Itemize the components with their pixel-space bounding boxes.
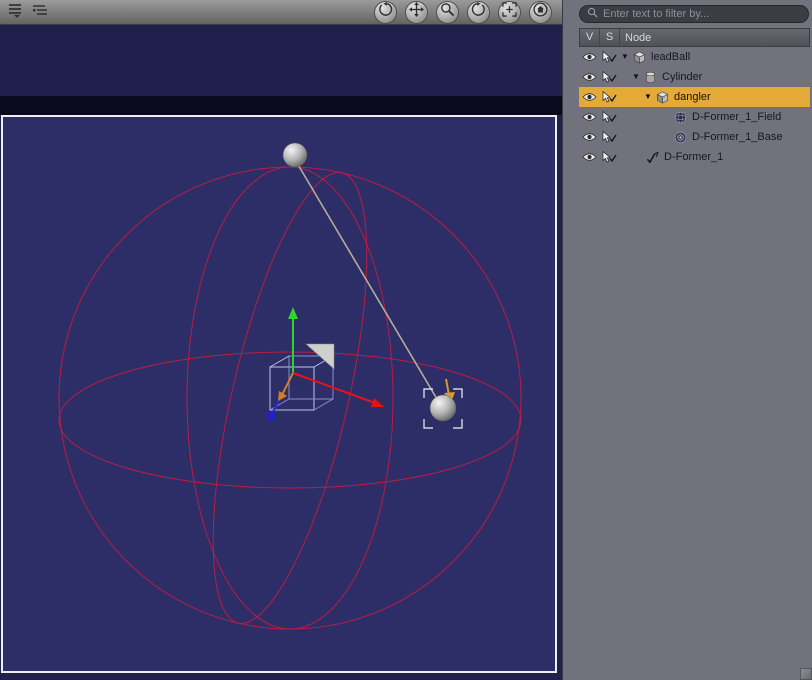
filter-input[interactable] <box>603 8 801 20</box>
expand-arrow-icon[interactable]: ▼ <box>632 73 644 81</box>
pane-divider-strip <box>0 96 562 115</box>
tree-row-Cylinder[interactable]: ▼ Cylinder <box>579 67 810 87</box>
pendulum-line <box>296 162 438 400</box>
expand-arrow-icon[interactable]: ▼ <box>644 93 656 101</box>
node-label[interactable]: D-Former_1 <box>662 151 723 163</box>
orbit-camera-button[interactable] <box>374 0 397 24</box>
expand-arrow-icon[interactable]: ▼ <box>621 53 633 61</box>
rotate-camera-button[interactable] <box>467 0 490 24</box>
tree-row-D-Former_1[interactable]: D-Former_1 <box>579 147 810 167</box>
orbit-icon <box>378 2 393 22</box>
resize-grip-icon[interactable] <box>800 668 812 680</box>
hamburger-icon <box>7 1 23 23</box>
viewport-toolbar <box>0 0 562 25</box>
viewport-3d[interactable] <box>1 115 557 673</box>
selectable-cursor-icon[interactable] <box>599 70 619 84</box>
zoom-icon <box>440 2 455 22</box>
gizmo-x-arrowhead <box>371 398 384 407</box>
column-header-selectable: S <box>600 29 620 46</box>
column-header-node: Node <box>625 31 652 44</box>
node-label[interactable]: Cylinder <box>660 71 702 83</box>
filter-field[interactable] <box>579 5 809 23</box>
dformer-icon <box>646 151 662 164</box>
scene-panel: V S Node ▼ leadBall ▼ Cylinder ▼ dangler D-For… <box>562 0 812 680</box>
tree-row-D-Former_1_Field[interactable]: D-Former_1_Field <box>579 107 810 127</box>
selectable-cursor-icon[interactable] <box>599 90 619 104</box>
tree-row-D-Former_1_Base[interactable]: D-Former_1_Base <box>579 127 810 147</box>
gizmo-y-arrowhead <box>288 307 298 319</box>
translation-gizmo[interactable] <box>266 307 385 421</box>
selectable-cursor-icon[interactable] <box>599 130 619 144</box>
field-icon <box>674 111 690 124</box>
pan-camera-button[interactable] <box>405 0 428 24</box>
selectable-cursor-icon[interactable] <box>599 150 619 164</box>
lead-ball[interactable] <box>282 142 308 168</box>
gizmo-cube-wireframe <box>269 355 334 411</box>
selectable-cursor-icon[interactable] <box>599 110 619 124</box>
node-label[interactable]: D-Former_1_Field <box>690 111 781 123</box>
dangler-ball[interactable] <box>429 394 457 422</box>
visibility-eye-icon[interactable] <box>579 52 599 62</box>
node-label[interactable]: dangler <box>672 91 711 103</box>
column-header-visibility: V <box>580 29 600 46</box>
filter-bar <box>563 0 812 28</box>
selectable-cursor-icon[interactable] <box>599 50 619 64</box>
tree-row-leadBall[interactable]: ▼ leadBall <box>579 47 810 67</box>
visibility-eye-icon[interactable] <box>579 92 599 102</box>
cube-icon <box>656 91 672 104</box>
scene-tree-header: V S Node <box>579 28 810 47</box>
home-icon <box>533 2 548 22</box>
gizmo-z-handle[interactable] <box>266 411 276 421</box>
treelist-icon <box>32 3 48 22</box>
scene-tree: V S Node ▼ leadBall ▼ Cylinder ▼ dangler D-For… <box>579 28 810 167</box>
gizmo-aux-axis[interactable] <box>281 372 294 396</box>
toolbar-left-group <box>0 2 50 22</box>
node-label[interactable]: leadBall <box>649 51 690 63</box>
zoom-camera-button[interactable] <box>436 0 459 24</box>
viewport-pane <box>0 0 562 680</box>
frame-icon <box>502 2 517 22</box>
toolbar-camera-group <box>374 0 562 24</box>
visibility-eye-icon[interactable] <box>579 72 599 82</box>
cube-icon <box>633 51 649 64</box>
scene-list-button[interactable] <box>30 2 50 22</box>
visibility-eye-icon[interactable] <box>579 112 599 122</box>
pan-icon <box>409 2 424 22</box>
scene-render <box>58 142 522 630</box>
visibility-eye-icon[interactable] <box>579 152 599 162</box>
scene-tree-rows: ▼ leadBall ▼ Cylinder ▼ dangler D-Former_1_Fie… <box>579 47 810 167</box>
cylinder-icon <box>644 71 660 84</box>
viewport-menu-button[interactable] <box>5 2 25 22</box>
base-icon <box>674 131 690 144</box>
node-label[interactable]: D-Former_1_Base <box>690 131 782 143</box>
search-icon <box>587 5 598 23</box>
reset-camera-button[interactable] <box>529 0 552 24</box>
frame-camera-button[interactable] <box>498 0 521 24</box>
tree-row-dangler[interactable]: ▼ dangler <box>579 87 810 107</box>
rotate-icon <box>471 2 486 22</box>
visibility-eye-icon[interactable] <box>579 132 599 142</box>
